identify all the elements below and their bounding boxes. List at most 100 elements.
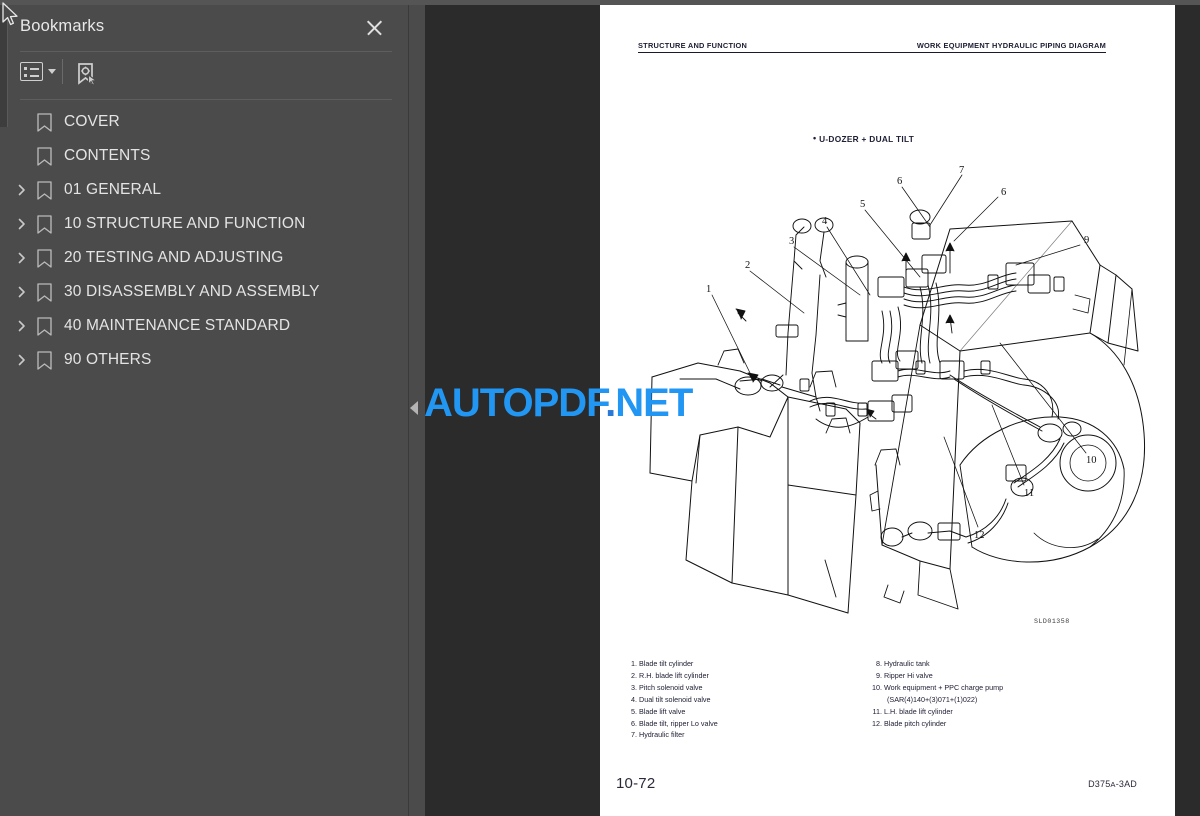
legend-item: 6. Blade tilt, ripper Lo valve: [622, 718, 718, 730]
bookmark-item-contents[interactable]: CONTENTS: [0, 139, 408, 173]
legend-item-number: 3.: [631, 682, 637, 692]
legend-item-text: Ripper Hi valve: [884, 670, 933, 680]
legend-item-subtext: (SAR(4)140+(3)071+(1)022): [887, 694, 978, 704]
legend-column-left: 1. Blade tilt cylinder 2. R.H. blade lift…: [622, 658, 718, 741]
legend-item-text: Blade tilt cylinder: [639, 659, 694, 668]
subtitle-bullet: •: [813, 133, 817, 143]
legend-item: 3. Pitch solenoid valve: [622, 682, 718, 694]
svg-text:3: 3: [789, 236, 794, 247]
hydraulic-piping-diagram: 1 2 3 4 5 6 7 6 9 10 11 12: [649, 165, 1146, 614]
bookmark-item-label: 40 MAINTENANCE STANDARD: [64, 317, 291, 334]
legend-item-number: 6.: [631, 718, 637, 728]
chevron-right-icon[interactable]: [16, 218, 28, 230]
legend-item-text: Dual tilt solenoid valve: [639, 694, 711, 704]
legend-item-text: Blade pitch cylinder: [884, 718, 947, 728]
chevron-right-icon[interactable]: [16, 320, 28, 332]
chevron-right-icon[interactable]: [16, 286, 28, 298]
legend-item-number: 10.: [872, 682, 882, 692]
legend-item-text: R.H. blade lift cylinder: [639, 670, 709, 680]
bookmark-item-40-maintenance-standard[interactable]: 40 MAINTENANCE STANDARD: [0, 309, 408, 343]
legend-item-text: Hydraulic filter: [639, 730, 685, 740]
bookmark-item-cover[interactable]: COVER: [0, 105, 408, 139]
bookmark-item-01-general[interactable]: 01 GENERAL: [0, 173, 408, 207]
pdf-viewer-window: Bookmarks COVER CONTENTS 01 GENERAL 10 S…: [0, 0, 1200, 816]
svg-text:6: 6: [1001, 187, 1006, 198]
document-page: STRUCTURE AND FUNCTION WORK EQUIPMENT HY…: [600, 5, 1175, 816]
doc-code-end: -3AD: [1115, 779, 1137, 789]
legend-item-text: Work equipment + PPC charge pump: [884, 682, 1004, 692]
legend-item-number: 12.: [872, 718, 882, 728]
legend-item: 2. R.H. blade lift cylinder: [622, 670, 718, 682]
new-bookmark-icon: [78, 63, 98, 86]
legend-item-text: Pitch solenoid valve: [639, 682, 703, 692]
bookmark-item-20-testing-and-adjusting[interactable]: 20 TESTING AND ADJUSTING: [0, 241, 408, 275]
bookmark-item-label: 10 STRUCTURE AND FUNCTION: [64, 215, 306, 232]
svg-text:7: 7: [959, 165, 964, 176]
legend-item-text: Blade tilt, ripper Lo valve: [639, 718, 718, 728]
legend-item-text: Blade lift valve: [639, 706, 686, 716]
bookmark-icon: [36, 181, 53, 200]
bookmark-item-label: 20 TESTING AND ADJUSTING: [64, 249, 284, 266]
legend-item-text: Hydraulic tank: [884, 659, 930, 668]
legend-item-number: 2.: [631, 670, 637, 680]
bookmark-icon: [36, 351, 53, 370]
bookmark-icon: [36, 147, 53, 166]
bookmark-item-label: CONTENTS: [64, 147, 151, 164]
legend-item-number: 4.: [631, 694, 637, 704]
bookmark-icon: [36, 249, 53, 268]
legend-item: 1. Blade tilt cylinder: [622, 658, 718, 670]
legend-item-number: 7.: [631, 730, 637, 740]
bookmark-item-label: COVER: [64, 113, 120, 130]
chevron-right-icon[interactable]: [16, 184, 28, 196]
header-right-text: WORK EQUIPMENT HYDRAULIC PIPING DIAGRAM: [916, 41, 1106, 50]
sidebar-left-edge: [0, 5, 8, 127]
legend-item-number: 5.: [631, 706, 637, 716]
chevron-right-icon[interactable]: [16, 252, 28, 264]
document-running-header: STRUCTURE AND FUNCTION WORK EQUIPMENT HY…: [638, 41, 1106, 53]
legend-item-number: 9.: [876, 670, 882, 680]
legend-item: 7. Hydraulic filter: [622, 729, 718, 741]
doc-code-main: D375: [1088, 779, 1111, 789]
bookmarks-header: Bookmarks: [0, 5, 408, 50]
bookmark-item-label: 01 GENERAL: [64, 181, 162, 198]
toolbar-separator: [62, 59, 63, 84]
chevron-right-icon[interactable]: [16, 354, 28, 366]
list-options-icon: [20, 62, 43, 81]
svg-text:4: 4: [822, 216, 828, 227]
bookmark-options-button[interactable]: [20, 62, 56, 81]
legend-item-text: L.H. blade lift cylinder: [884, 706, 953, 716]
bookmark-icon: [36, 283, 53, 302]
bookmark-icon: [36, 317, 53, 336]
svg-text:10: 10: [1086, 455, 1097, 466]
legend-item: 10. Work equipment + PPC charge pump: [867, 682, 1003, 694]
header-divider: [20, 51, 392, 52]
legend-item-number: 11.: [872, 706, 882, 716]
svg-text:12: 12: [974, 530, 985, 541]
section-subtitle: • U-DOZER + DUAL TILT: [813, 133, 914, 144]
header-left-text: STRUCTURE AND FUNCTION: [638, 41, 748, 50]
bookmark-item-10-structure-and-function[interactable]: 10 STRUCTURE AND FUNCTION: [0, 207, 408, 241]
bookmarks-list: COVER CONTENTS 01 GENERAL 10 STRUCTURE AND …: [0, 105, 408, 377]
legend-item: 12. Blade pitch cylinder: [867, 718, 1003, 730]
legend-item-number: 1.: [631, 659, 637, 668]
legend-item: 8. Hydraulic tank: [867, 658, 1003, 670]
new-bookmark-button[interactable]: [75, 62, 99, 86]
bookmark-item-label: 30 DISASSEMBLY AND ASSEMBLY: [64, 283, 320, 300]
bookmark-item-30-disassembly-and-assembly[interactable]: 30 DISASSEMBLY AND ASSEMBLY: [0, 275, 408, 309]
svg-text:5: 5: [860, 199, 865, 210]
collapse-left-arrow-icon[interactable]: [410, 401, 418, 415]
bookmark-item-90-others[interactable]: 90 OTHERS: [0, 343, 408, 377]
legend-column-right: 8. Hydraulic tank 9. Ripper Hi valve 10. W…: [867, 658, 1003, 729]
legend-item: 5. Blade lift valve: [622, 706, 718, 718]
bookmark-icon: [36, 215, 53, 234]
svg-text:2: 2: [745, 260, 750, 271]
bookmarks-panel-title: Bookmarks: [20, 17, 105, 35]
document-viewer[interactable]: STRUCTURE AND FUNCTION WORK EQUIPMENT HY…: [425, 5, 1200, 816]
document-model-code: D375A-3AD: [1088, 779, 1137, 789]
page-number: 10-72: [616, 775, 656, 792]
drawing-reference-code: SLD01358: [1034, 618, 1070, 625]
close-icon[interactable]: [364, 18, 384, 38]
bookmark-item-label: 90 OTHERS: [64, 351, 152, 368]
legend-item: 4. Dual tilt solenoid valve: [622, 694, 718, 706]
chevron-down-icon: [48, 69, 56, 74]
